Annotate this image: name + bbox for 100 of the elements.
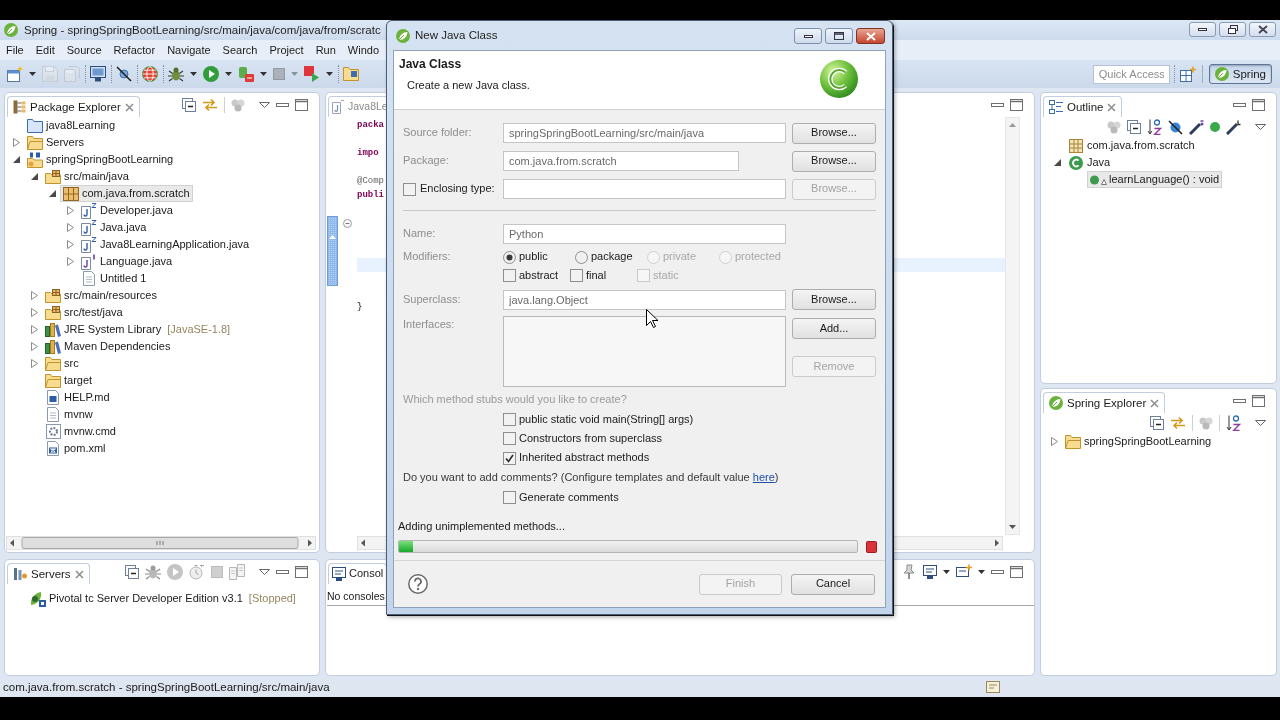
- minimize-button[interactable]: [1189, 22, 1216, 37]
- expand-arrow-icon[interactable]: [30, 359, 38, 368]
- maximize-icon[interactable]: [1010, 99, 1023, 111]
- tree-item[interactable]: springSpringBootLearning: [1062, 433, 1215, 450]
- menu-item[interactable]: Run: [309, 42, 342, 58]
- close-icon[interactable]: [1150, 398, 1160, 408]
- menu-item[interactable]: File: [0, 42, 30, 58]
- minimize-icon[interactable]: [991, 570, 1004, 574]
- tree-item[interactable]: src/main/java: [42, 168, 132, 185]
- collapse-arrow-icon[interactable]: [48, 190, 56, 197]
- caret-icon[interactable]: [260, 72, 267, 76]
- dialog-button[interactable]: Cancel: [791, 573, 875, 595]
- view-menu-icon[interactable]: [259, 102, 270, 108]
- name-field[interactable]: Python: [503, 224, 786, 244]
- fold-icon[interactable]: [343, 218, 352, 228]
- tree-item[interactable]: springSpringBootLearning: [24, 151, 177, 168]
- hide-fields-icon[interactable]: [1168, 119, 1183, 135]
- tree-item[interactable]: Java8LearningApplication.java: [78, 236, 253, 253]
- hide-static-icon[interactable]: [1189, 119, 1204, 135]
- checkbox[interactable]: [503, 413, 516, 426]
- open-perspective-icon[interactable]: [1179, 66, 1196, 82]
- templates-link[interactable]: here: [752, 471, 775, 484]
- external-tools-icon[interactable]: [304, 66, 320, 82]
- radio-button[interactable]: [503, 250, 516, 264]
- minimize-icon[interactable]: [1233, 399, 1246, 403]
- link-icon[interactable]: [202, 98, 218, 112]
- expand-arrow-icon[interactable]: [66, 223, 74, 232]
- minimize-icon[interactable]: [1233, 103, 1246, 107]
- stop-icon[interactable]: [866, 540, 877, 553]
- tree-item[interactable]: src: [42, 355, 82, 372]
- tree-item[interactable]: mvnw: [42, 406, 96, 423]
- collapse-all-icon[interactable]: [125, 565, 139, 579]
- sort-icon[interactable]: [1147, 119, 1162, 135]
- link-icon[interactable]: [1170, 416, 1186, 430]
- menu-item[interactable]: Source: [60, 42, 108, 58]
- tree-item[interactable]: mvnw.cmd: [42, 423, 119, 440]
- collapse-arrow-icon[interactable]: [1053, 159, 1061, 166]
- caret-icon[interactable]: [326, 72, 333, 76]
- tree-item[interactable]: Developer.java: [78, 202, 176, 219]
- folder-icon[interactable]: [343, 67, 359, 81]
- package-field[interactable]: com.java.from.scratch: [503, 151, 739, 171]
- dialog-button[interactable]: Browse...: [792, 289, 876, 310]
- dialog-button[interactable]: Browse...: [792, 150, 876, 172]
- server-item[interactable]: Pivotal tc Server Developer Edition v3.1: [27, 590, 246, 607]
- tree-item[interactable]: com.java.from.scratch: [60, 185, 193, 202]
- close-button[interactable]: [1249, 22, 1276, 37]
- console-icon[interactable]: [923, 565, 937, 579]
- view-tab[interactable]: Outline: [1043, 96, 1123, 117]
- checkbox[interactable]: [403, 182, 416, 196]
- collapse-arrow-icon[interactable]: [12, 156, 20, 163]
- play-icon[interactable]: [203, 66, 219, 82]
- expand-arrow-icon[interactable]: [30, 325, 38, 334]
- maximize-button[interactable]: [825, 28, 853, 44]
- checkbox[interactable]: [503, 451, 516, 465]
- tree-item[interactable]: Java.java: [78, 219, 150, 236]
- stopwatch-icon[interactable]: [189, 564, 205, 580]
- tree-item[interactable]: JRE System Library: [42, 321, 165, 338]
- view-tab[interactable]: Consol: [328, 563, 388, 584]
- pin-icon[interactable]: [901, 564, 917, 580]
- perspective-button[interactable]: Spring: [1208, 64, 1272, 84]
- caret-icon[interactable]: [225, 72, 232, 76]
- view-tab[interactable]: Package Explorer: [7, 96, 140, 117]
- caret-icon[interactable]: [943, 570, 950, 574]
- tree-item[interactable]: src/main/resources: [42, 287, 160, 304]
- tree-item[interactable]: Servers: [24, 134, 87, 151]
- expand-arrow-icon[interactable]: [66, 240, 74, 249]
- menu-item[interactable]: Edit: [29, 42, 61, 58]
- expand-arrow-icon[interactable]: [66, 257, 74, 266]
- hide-local-types-icon[interactable]: [1226, 119, 1241, 135]
- view-menu-icon[interactable]: [1255, 420, 1266, 426]
- tree-item[interactable]: java8Learning: [24, 117, 119, 134]
- caret-icon[interactable]: [190, 72, 197, 76]
- sort-icon[interactable]: [1226, 415, 1241, 431]
- checkbox[interactable]: [503, 269, 516, 282]
- close-icon[interactable]: [124, 102, 134, 112]
- view-menu-icon[interactable]: [1255, 124, 1266, 130]
- maximize-icon[interactable]: [295, 99, 308, 111]
- minimize-icon[interactable]: [991, 103, 1004, 107]
- restore-button[interactable]: [1219, 22, 1246, 37]
- tree-item[interactable]: Language.java: [78, 253, 176, 270]
- menu-item[interactable]: Refactor: [107, 42, 162, 58]
- maximize-icon[interactable]: [1252, 99, 1265, 111]
- caret-icon[interactable]: [29, 72, 36, 76]
- tree-item[interactable]: HELP.md: [42, 389, 113, 406]
- tree-item[interactable]: pom.xml: [42, 440, 109, 457]
- dot-icon[interactable]: [1210, 122, 1220, 132]
- monitor-icon[interactable]: [90, 66, 106, 82]
- tree-item[interactable]: learnLanguage() : void: [1087, 171, 1223, 188]
- superclass-field[interactable]: java.lang.Object: [503, 289, 786, 310]
- bug-icon[interactable]: [168, 66, 184, 82]
- menu-item[interactable]: Windo: [341, 42, 386, 58]
- menu-item[interactable]: Search: [216, 42, 264, 58]
- dialog-button[interactable]: Add...: [792, 318, 876, 339]
- vertical-scrollbar[interactable]: [1005, 117, 1020, 535]
- minimize-button[interactable]: [794, 28, 822, 44]
- close-icon[interactable]: [74, 569, 84, 579]
- tree-item[interactable]: src/test/java: [42, 304, 126, 321]
- collapse-all-icon[interactable]: [1127, 120, 1141, 134]
- quick-access-field[interactable]: Quick Access: [1092, 64, 1170, 84]
- close-icon[interactable]: [1107, 102, 1117, 112]
